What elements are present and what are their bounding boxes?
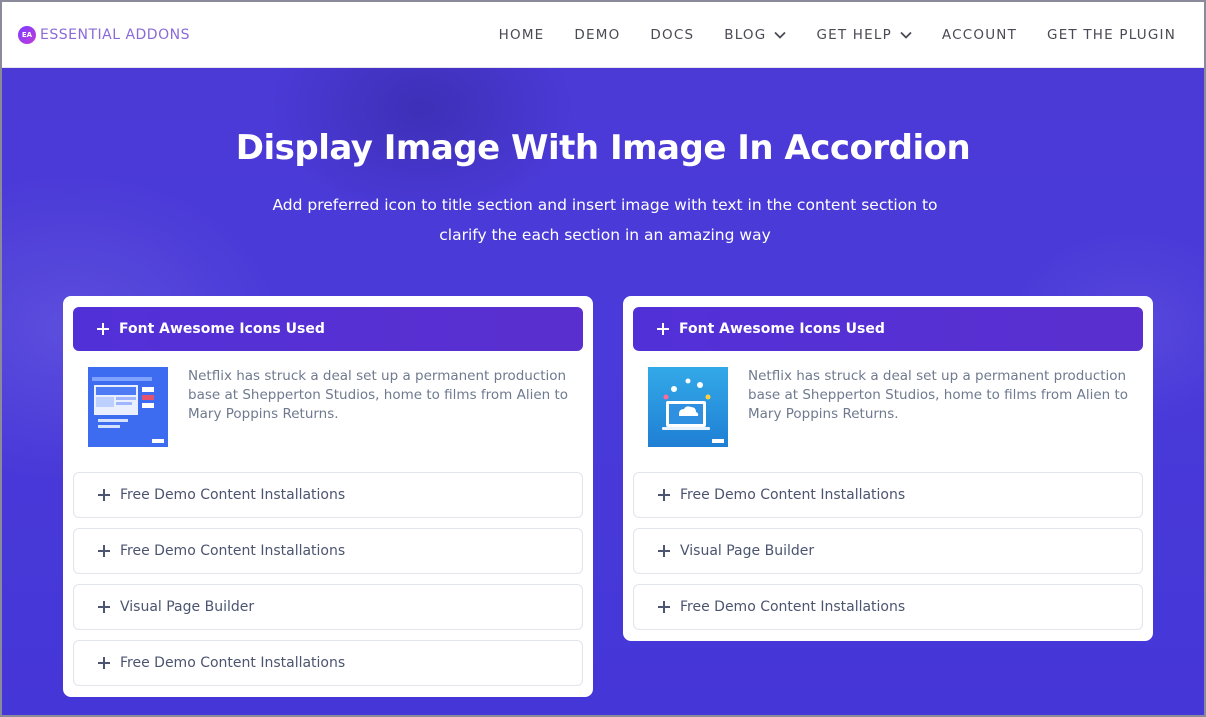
- accordion-item[interactable]: Free Demo Content Installations: [73, 528, 583, 574]
- accordion-item-label: Free Demo Content Installations: [680, 487, 906, 503]
- nav-home[interactable]: HOME: [499, 27, 545, 43]
- accordion-item[interactable]: Free Demo Content Installations: [73, 472, 583, 518]
- accordion-card-right: Font Awesome Icons Used Netflix has stru…: [623, 296, 1153, 641]
- plus-icon: [657, 323, 669, 335]
- chevron-down-icon: [900, 31, 912, 39]
- accordion-item-label: Free Demo Content Installations: [120, 543, 346, 559]
- accordion-header-active[interactable]: Font Awesome Icons Used: [633, 307, 1143, 351]
- accordion-item-label: Free Demo Content Installations: [120, 487, 346, 503]
- plus-icon: [97, 323, 109, 335]
- accordion-title: Font Awesome Icons Used: [679, 321, 885, 337]
- accordion-content: Netflix has struck a deal set up a perma…: [633, 351, 1143, 472]
- accordion-content: Netflix has struck a deal set up a perma…: [73, 351, 583, 472]
- nav-docs-label: DOCS: [650, 27, 695, 43]
- logo-text: ESSENTIAL ADDONS: [40, 27, 190, 43]
- nav-home-label: HOME: [498, 27, 545, 43]
- accordion-item[interactable]: Visual Page Builder: [633, 528, 1143, 574]
- nav-get-the-plugin-label: GET THE PLUGIN: [1047, 27, 1176, 43]
- nav-blog-label: BLOG: [724, 27, 767, 43]
- main-nav: HOME DEMO DOCS BLOG GET HELP ACCOUNT GET…: [499, 2, 1176, 68]
- nav-get-help[interactable]: GET HELP: [816, 27, 912, 43]
- accordion-item-label: Free Demo Content Installations: [120, 655, 346, 671]
- accordion-title: Font Awesome Icons Used: [119, 321, 325, 337]
- accordion-content-text: Netflix has struck a deal set up a perma…: [748, 368, 1129, 422]
- plus-icon: [98, 545, 110, 557]
- nav-account[interactable]: ACCOUNT: [942, 27, 1017, 43]
- plus-icon: [658, 489, 670, 501]
- laptop-cloud-thumbnail-image: [648, 367, 728, 447]
- plus-icon: [98, 601, 110, 613]
- plus-icon: [98, 489, 110, 501]
- dashboard-thumbnail-image: [88, 367, 168, 447]
- page-subtitle: Add preferred icon to title section and …: [272, 196, 938, 244]
- plus-icon: [98, 657, 110, 669]
- browser-frame: EA ESSENTIAL ADDONS HOME DEMO DOCS BLOG …: [0, 0, 1206, 717]
- logo-badge-icon: EA: [18, 26, 36, 44]
- accordion-item-label: Visual Page Builder: [120, 599, 255, 615]
- accordion-header-active[interactable]: Font Awesome Icons Used: [73, 307, 583, 351]
- accordion-item-label: Free Demo Content Installations: [680, 599, 906, 615]
- accordion-item[interactable]: Free Demo Content Installations: [633, 472, 1143, 518]
- nav-docs[interactable]: DOCS: [650, 27, 694, 43]
- accordion-card-left: Font Awesome Icons Used Netflix has stru…: [63, 296, 593, 697]
- chevron-down-icon: [774, 31, 787, 39]
- plus-icon: [658, 601, 670, 613]
- accordion-item[interactable]: Free Demo Content Installations: [633, 584, 1143, 630]
- hero-section: Display Image With Image In Accordion Ad…: [2, 68, 1204, 715]
- nav-get-the-plugin[interactable]: GET THE PLUGIN: [1047, 27, 1176, 43]
- page-title: Display Image With Image In Accordion: [235, 128, 971, 168]
- accordion-item-label: Visual Page Builder: [680, 543, 815, 559]
- nav-demo-label: DEMO: [574, 27, 621, 43]
- nav-account-label: ACCOUNT: [941, 27, 1018, 43]
- site-logo[interactable]: EA ESSENTIAL ADDONS: [18, 26, 190, 44]
- nav-blog[interactable]: BLOG: [724, 27, 787, 43]
- accordion-item[interactable]: Free Demo Content Installations: [73, 640, 583, 686]
- nav-demo[interactable]: DEMO: [574, 27, 620, 43]
- site-header: EA ESSENTIAL ADDONS HOME DEMO DOCS BLOG …: [2, 2, 1204, 68]
- accordion-content-text: Netflix has struck a deal set up a perma…: [188, 368, 569, 422]
- nav-get-help-label: GET HELP: [816, 27, 892, 43]
- accordion-item[interactable]: Visual Page Builder: [73, 584, 583, 630]
- plus-icon: [658, 545, 670, 557]
